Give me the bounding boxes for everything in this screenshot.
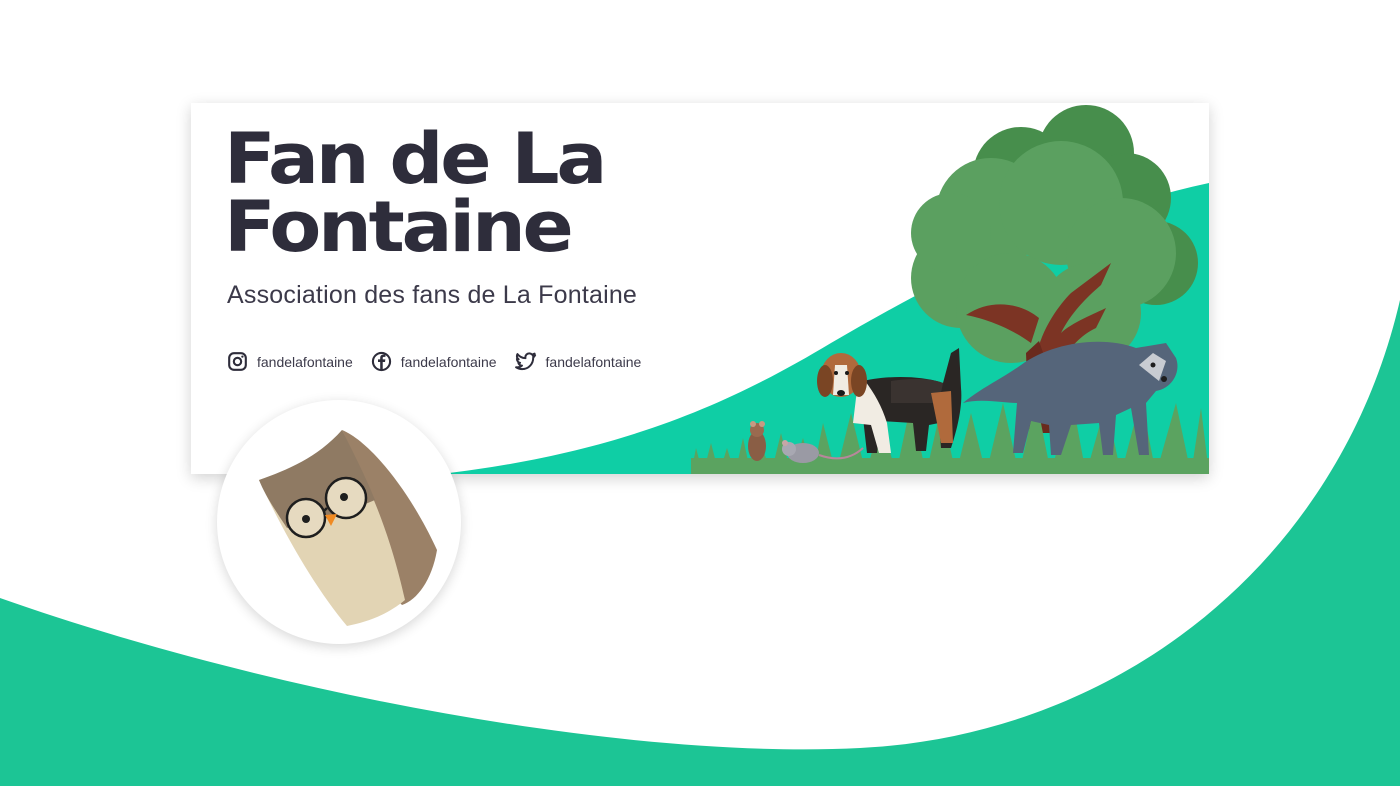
instagram-icon: [228, 352, 247, 371]
title-line-1: Fan de La: [224, 118, 607, 200]
social-link-instagram[interactable]: fandelafontaine: [227, 351, 353, 372]
social-link-twitter[interactable]: fandelafontaine: [514, 351, 642, 372]
social-link-facebook[interactable]: fandelafontaine: [371, 351, 497, 372]
facebook-icon: [371, 351, 391, 372]
social-links: fandelafontaine fandelafontaine fandelaf…: [227, 351, 641, 372]
banner-title: Fan de La Fontaine: [224, 118, 607, 268]
owl-icon: [259, 430, 437, 626]
banner-subtitle: Association des fans de La Fontaine: [227, 281, 638, 309]
twitter-icon: [514, 351, 536, 370]
mouse-illustration: [748, 421, 766, 461]
title-line-2: Fontaine: [224, 186, 574, 268]
profile-avatar[interactable]: [217, 400, 461, 644]
facebook-handle: fandelafontaine: [400, 353, 497, 370]
twitter-handle: fandelafontaine: [545, 353, 642, 370]
instagram-handle: fandelafontaine: [257, 353, 353, 370]
